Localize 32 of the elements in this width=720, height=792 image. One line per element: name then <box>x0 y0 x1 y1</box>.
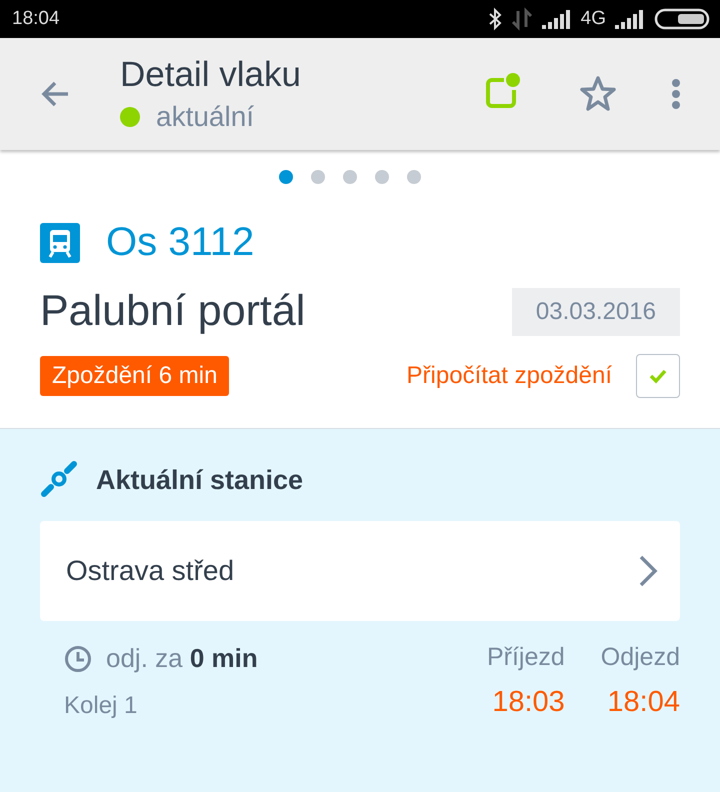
signal-icon <box>614 7 646 31</box>
departure-time: 18:04 <box>607 686 680 719</box>
train-icon <box>40 222 80 262</box>
network-type: 4G <box>580 8 606 30</box>
track-number: Kolej 1 <box>64 692 138 720</box>
bluetooth-icon <box>486 7 503 31</box>
status-label: aktuální <box>156 101 254 133</box>
train-number: Os 3112 <box>106 220 254 265</box>
data-transfer-icon <box>510 7 533 31</box>
screen-title: Detail vlaku <box>120 55 302 95</box>
section-heading: Aktuální stanice <box>96 464 304 496</box>
date-badge: 03.03.2016 <box>512 288 680 336</box>
page-indicator-dot[interactable] <box>407 170 421 184</box>
arrival-time: 18:03 <box>492 686 565 719</box>
signal-icon <box>540 7 573 31</box>
page-indicator-dot[interactable] <box>279 170 293 184</box>
add-delay-checkbox[interactable] <box>636 354 680 398</box>
station-icon <box>40 461 78 499</box>
arrival-label: Příjezd <box>486 643 565 672</box>
station-card[interactable]: Ostrava střed <box>40 521 680 621</box>
clock-icon <box>64 644 92 672</box>
departure-label: Odjezd <box>600 643 680 672</box>
page-indicator-dot[interactable] <box>343 170 357 184</box>
add-delay-label: Připočítat zpoždění <box>406 362 612 390</box>
delay-badge: Zpoždění 6 min <box>40 356 230 396</box>
more-icon <box>672 79 680 109</box>
page-indicator-dot[interactable] <box>375 170 389 184</box>
battery-icon <box>654 7 710 31</box>
clock-time: 18:04 <box>12 8 60 30</box>
train-name: Palubní portál <box>40 287 306 336</box>
departure-countdown: odj. za 0 min <box>106 643 258 674</box>
page-indicator-dot[interactable] <box>311 170 325 184</box>
